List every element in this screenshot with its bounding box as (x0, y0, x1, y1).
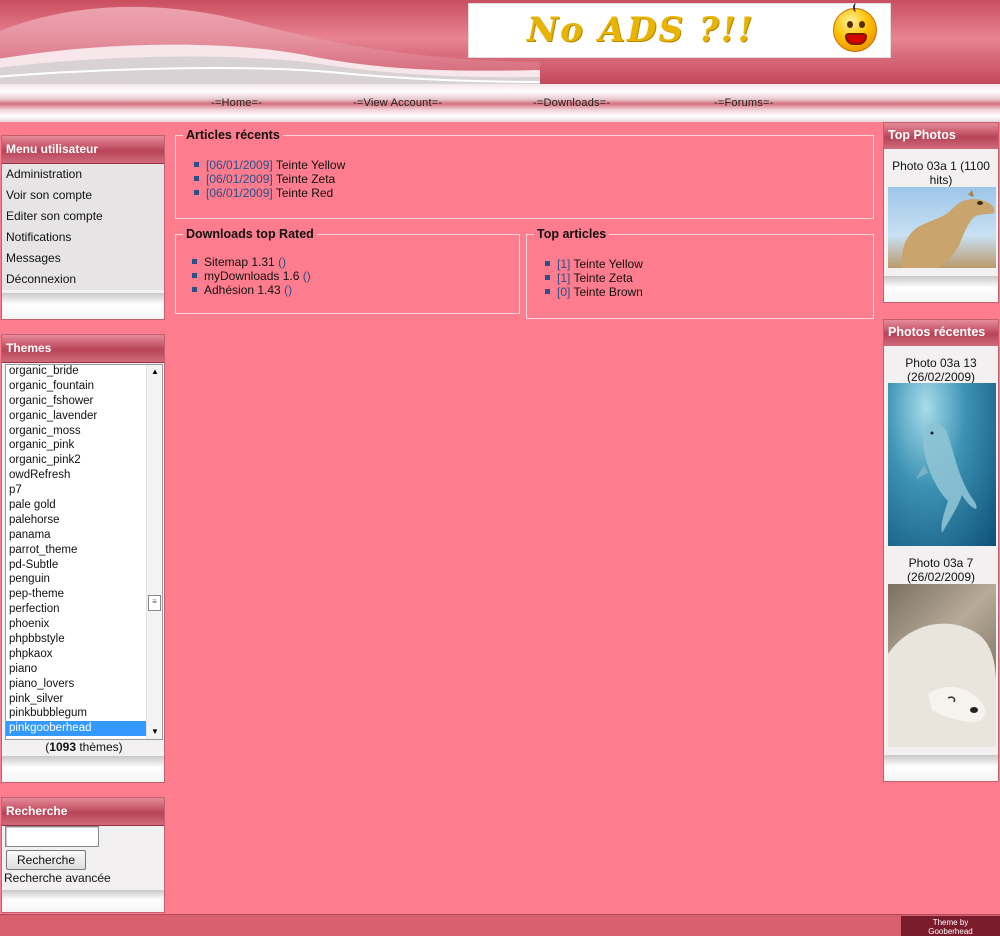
nav-view-account[interactable]: -=View Account=- (353, 97, 442, 109)
theme-option[interactable]: owdRefresh (6, 468, 148, 483)
theme-option[interactable]: phoenix (6, 617, 148, 632)
search-title: Recherche (2, 798, 164, 826)
downloads-top-rated-title: Downloads top Rated (183, 227, 317, 241)
header-swoosh-graphic (0, 6, 540, 84)
advanced-search-link[interactable]: Recherche avancée (4, 871, 111, 885)
theme-option[interactable]: pinkbubblegum (6, 706, 148, 721)
theme-option[interactable]: piano_lovers (6, 677, 148, 692)
theme-option[interactable]: parrot_theme (6, 543, 148, 558)
menu-item-administration[interactable]: Administration (2, 164, 164, 185)
list-item[interactable]: Adhésion 1.43 () (192, 283, 311, 297)
downloads-list: Sitemap 1.31 () myDownloads 1.6 () Adhés… (192, 255, 311, 297)
theme-option[interactable]: palehorse (6, 513, 148, 528)
themes-count-number: 1093 (49, 740, 76, 754)
top-articles-title: Top articles (534, 227, 610, 241)
menu-item-messages[interactable]: Messages (2, 248, 164, 269)
theme-list-scrollbar[interactable]: ▲ ≡ ▼ (146, 365, 162, 739)
recent-photos-block: Photos récentes Photo 03a 13 (26/02/2009)… (883, 319, 999, 782)
list-item[interactable]: myDownloads 1.6 () (192, 269, 311, 283)
dolphin-photo[interactable] (888, 383, 996, 546)
theme-option[interactable]: pd-Subtle (6, 558, 148, 573)
theme-option[interactable]: organic_lavender (6, 409, 148, 424)
search-block: Recherche Recherche Recherche avancée (1, 797, 165, 913)
list-item[interactable]: [06/01/2009] Teinte Zeta (194, 172, 345, 186)
block-footer (2, 890, 164, 912)
user-menu-list: Administration Voir son compte Editer so… (2, 164, 164, 290)
recent-photos-title: Photos récentes (884, 320, 998, 346)
ad-banner[interactable]: No ADS ?!! (468, 3, 891, 58)
list-item[interactable]: [1] Teinte Yellow (545, 257, 643, 271)
menu-item-logout[interactable]: Déconnexion (2, 269, 164, 290)
list-item[interactable]: Sitemap 1.31 () (192, 255, 311, 269)
recent-photo-caption-1: Photo 03a 13 (26/02/2009) (905, 356, 977, 384)
top-articles-list: [1] Teinte Yellow [1] Teinte Zeta [0] Te… (545, 257, 643, 299)
block-footer (2, 293, 164, 319)
nav-forums[interactable]: -=Forums=- (714, 97, 773, 109)
top-photos-title: Top Photos (884, 123, 998, 149)
nav-home[interactable]: -=Home=- (211, 97, 262, 109)
scroll-thumb[interactable]: ≡ (148, 595, 161, 611)
theme-option[interactable]: pinkgooberhead (6, 721, 148, 737)
theme-option[interactable]: organic_bride (6, 365, 148, 379)
recent-articles-list: [06/01/2009] Teinte Yellow [06/01/2009] … (194, 158, 345, 200)
nav-downloads[interactable]: -=Downloads=- (533, 97, 610, 109)
theme-option[interactable]: phpbbstyle (6, 632, 148, 647)
recent-photo-caption-2: Photo 03a 7 (26/02/2009) (906, 556, 976, 584)
theme-option[interactable]: pep-theme (6, 587, 148, 602)
themes-block: Themes organic_bride organic_fountain orga… (1, 334, 165, 783)
theme-options: organic_bride organic_fountain organic_fsh… (6, 365, 148, 737)
search-button[interactable]: Recherche (6, 850, 86, 870)
menu-item-notifications[interactable]: Notifications (2, 227, 164, 248)
scroll-up-arrow-icon[interactable]: ▲ (147, 365, 162, 379)
site-footer: Theme by Gooberhead (0, 914, 1000, 936)
theme-option[interactable]: organic_fshower (6, 394, 148, 409)
recent-articles-box: Articles récents [06/01/2009] Teinte Yel… (175, 128, 874, 219)
menu-item-edit-account[interactable]: Editer son compte (2, 206, 164, 227)
theme-option[interactable]: organic_pink (6, 438, 148, 453)
list-item[interactable]: [0] Teinte Brown (545, 285, 643, 299)
theme-option[interactable]: piano (6, 662, 148, 677)
theme-select-list[interactable]: organic_bride organic_fountain organic_fsh… (5, 364, 163, 740)
block-footer (2, 756, 164, 782)
theme-option[interactable]: perfection (6, 602, 148, 617)
polar-bear-photo[interactable] (888, 584, 996, 747)
themes-count: (1093 thèmes) (45, 740, 123, 754)
list-item[interactable]: [1] Teinte Zeta (545, 271, 643, 285)
themes-title: Themes (2, 335, 164, 363)
user-menu-block: Menu utilisateur Administration Voir son… (1, 135, 165, 320)
theme-option[interactable]: p7 (6, 483, 148, 498)
block-footer (884, 276, 998, 302)
theme-option[interactable]: phpkaox (6, 647, 148, 662)
main-nav: -=Home=- -=View Account=- -=Downloads=- … (0, 84, 1000, 122)
search-input[interactable] (5, 826, 99, 847)
downloads-top-rated-box: Downloads top Rated Sitemap 1.31 () myDo… (175, 227, 520, 314)
theme-option[interactable]: panama (6, 528, 148, 543)
user-menu-title: Menu utilisateur (2, 136, 164, 164)
theme-option[interactable]: penguin (6, 572, 148, 587)
banner-text: No ADS ?!! (527, 10, 755, 50)
scroll-down-arrow-icon[interactable]: ▼ (147, 725, 162, 739)
theme-option[interactable]: pink_silver (6, 692, 148, 707)
top-articles-box: Top articles [1] Teinte Yellow [1] Teint… (526, 227, 874, 319)
theme-option[interactable]: pale gold (6, 498, 148, 513)
camel-photo[interactable] (888, 187, 996, 268)
list-item[interactable]: [06/01/2009] Teinte Yellow (194, 158, 345, 172)
theme-credit: Theme by Gooberhead (901, 916, 1000, 936)
theme-option[interactable]: organic_moss (6, 424, 148, 439)
shouting-smiley-icon (833, 3, 877, 52)
block-footer (884, 755, 998, 781)
theme-option[interactable]: organic_fountain (6, 379, 148, 394)
top-photos-block: Top Photos Photo 03a 1 (1100 hits) (883, 122, 999, 303)
menu-item-view-account[interactable]: Voir son compte (2, 185, 164, 206)
list-item[interactable]: [06/01/2009] Teinte Red (194, 186, 345, 200)
top-photo-caption: Photo 03a 1 (1100 hits) (892, 159, 990, 187)
site-header: No ADS ?!! (0, 0, 1000, 84)
recent-articles-title: Articles récents (183, 128, 283, 142)
theme-option[interactable]: organic_pink2 (6, 453, 148, 468)
